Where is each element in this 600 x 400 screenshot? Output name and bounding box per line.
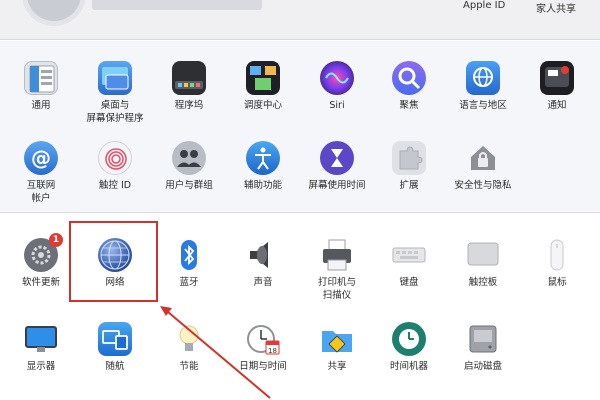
pointer-arrow (160, 306, 271, 399)
